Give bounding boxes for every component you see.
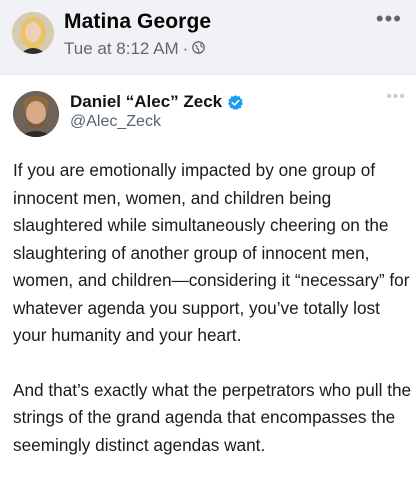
meta-separator: · xyxy=(182,39,189,58)
tweet-paragraph: If you are emotionally impacted by one g… xyxy=(13,160,410,345)
post-header: Matina George Tue at 8:12 AM · ••• xyxy=(0,0,416,68)
tweet-paragraph: And that’s exactly what the perpetrators… xyxy=(13,379,412,455)
tweet-more-icon[interactable]: ••• xyxy=(386,89,406,105)
avatar-portrait-icon xyxy=(12,12,54,54)
author-avatar[interactable] xyxy=(12,12,54,54)
verified-badge-icon xyxy=(227,94,244,111)
facebook-post: Matina George Tue at 8:12 AM · ••• Danie… xyxy=(0,0,416,500)
post-timestamp[interactable]: Tue at 8:12 AM xyxy=(64,39,179,59)
tweet-display-name[interactable]: Daniel “Alec” Zeck xyxy=(70,92,244,112)
more-horizontal-icon[interactable]: ••• xyxy=(376,8,402,30)
post-meta: Tue at 8:12 AM · xyxy=(64,39,206,59)
tweet-handle[interactable]: @Alec_Zeck xyxy=(70,113,161,131)
avatar-portrait-icon xyxy=(13,91,59,137)
tweet-author-avatar[interactable] xyxy=(13,91,59,137)
embedded-tweet-card: Daniel “Alec” Zeck @Alec_Zeck ••• If you… xyxy=(0,74,416,500)
post-author-name[interactable]: Matina George xyxy=(64,10,211,34)
tweet-text: If you are emotionally impacted by one g… xyxy=(13,157,413,486)
public-globe-icon xyxy=(192,39,206,59)
tweet-display-name-text: Daniel “Alec” Zeck xyxy=(70,92,223,111)
